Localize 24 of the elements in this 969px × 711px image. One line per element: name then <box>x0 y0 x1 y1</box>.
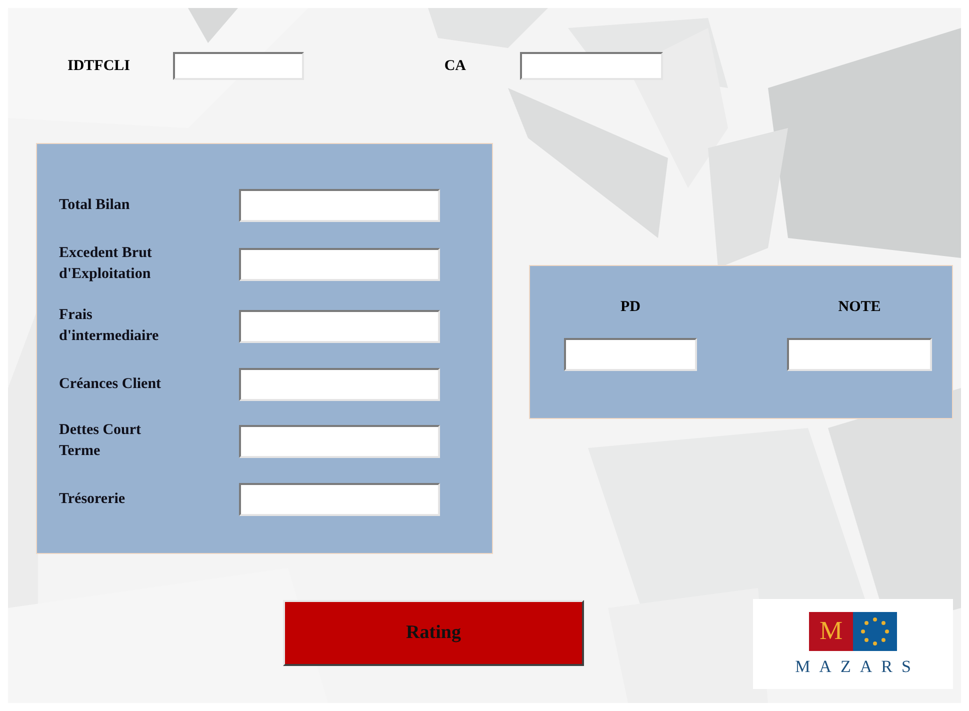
field-label: Dettes Court Terme <box>59 421 142 461</box>
field-label: Frais d'intermediaire <box>59 306 160 346</box>
field-label: Trésorerie <box>59 490 126 508</box>
input-field[interactable] <box>239 482 440 516</box>
input-field[interactable] <box>564 338 697 371</box>
field-label: Total Bilan <box>59 196 131 214</box>
sun-icon <box>853 612 897 650</box>
field-label: CA <box>443 58 467 74</box>
field-label: IDTFCLI <box>66 58 131 74</box>
input-field[interactable] <box>239 188 440 222</box>
field-label: NOTE <box>838 299 881 316</box>
rating-button[interactable]: Rating <box>283 600 584 666</box>
input-field[interactable] <box>520 52 663 80</box>
input-field[interactable] <box>239 310 440 342</box>
input-field[interactable] <box>173 52 304 80</box>
field-label: Créances Client <box>59 374 162 394</box>
field-label: PD <box>620 299 640 316</box>
input-field[interactable] <box>239 368 440 400</box>
input-field[interactable] <box>787 338 932 371</box>
input-field[interactable] <box>239 248 440 280</box>
input-field[interactable] <box>239 424 440 458</box>
logo-name: MAZARS <box>795 656 920 676</box>
field-label: Excedent Brut d'Exploitation <box>59 244 153 284</box>
logo-mark: M <box>809 612 853 650</box>
